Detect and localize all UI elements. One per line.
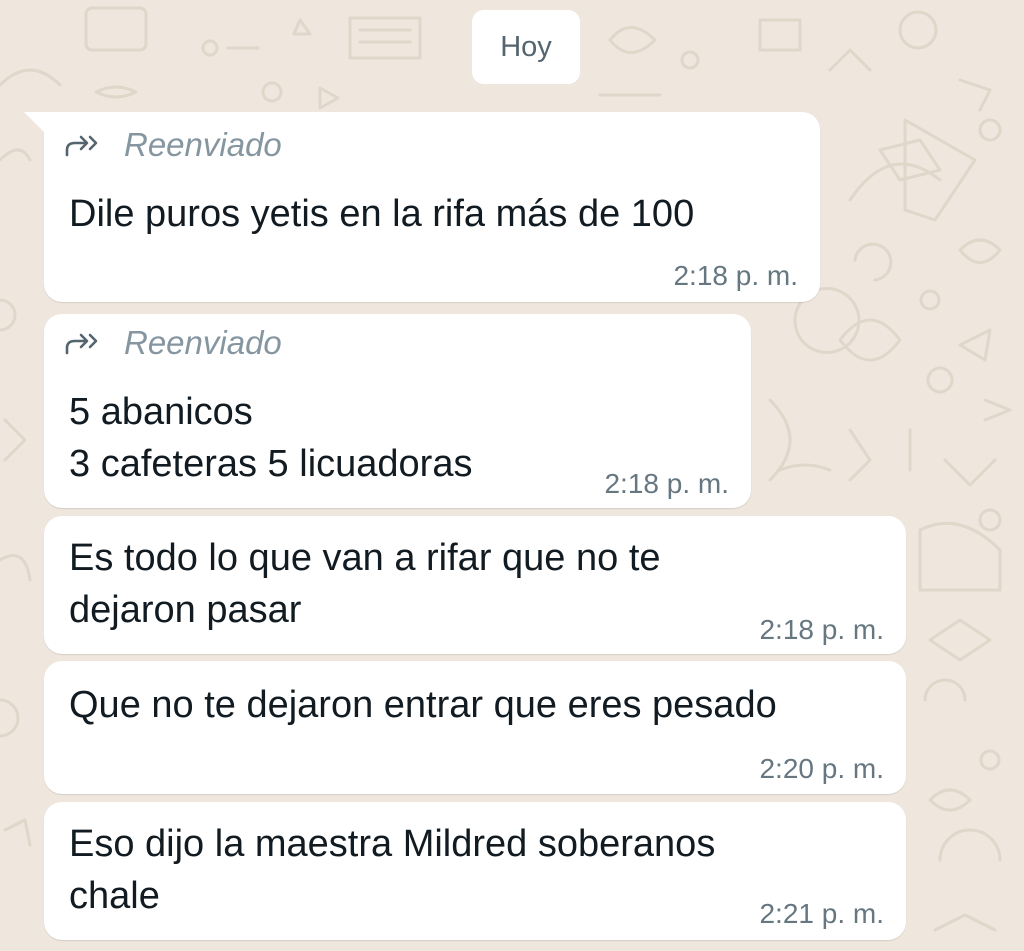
message-bubble[interactable]: Reenviado Dile puros yetis en la rifa má… xyxy=(24,112,820,302)
forward-arrows-icon xyxy=(64,131,104,159)
date-separator-label: Hoy xyxy=(500,30,552,63)
message-text: Es todo lo que van a rifar que no te dej… xyxy=(69,537,661,631)
message-bubble[interactable]: Es todo lo que van a rifar que no te dej… xyxy=(44,516,906,654)
message-bubble[interactable]: Reenviado 5 abanicos 3 cafeteras 5 licua… xyxy=(44,314,751,508)
message-timestamp: 2:18 p. m. xyxy=(673,260,798,291)
forwarded-indicator: Reenviado xyxy=(64,126,282,164)
message-text: Que no te dejaron entrar que eres pesado xyxy=(69,684,777,726)
message-text: 5 abanicos 3 cafeteras 5 licuadoras xyxy=(69,391,473,485)
chat-area[interactable]: Hoy Reenviado Dile puros yetis en la rif… xyxy=(0,0,1024,951)
date-separator: Hoy xyxy=(472,10,580,84)
forward-arrows-icon xyxy=(64,329,104,357)
forwarded-indicator: Reenviado xyxy=(64,324,282,362)
message-timestamp: 2:21 p. m. xyxy=(759,898,884,929)
message-text: Dile puros yetis en la rifa más de 100 xyxy=(69,193,695,235)
forwarded-label: Reenviado xyxy=(124,126,282,163)
message-timestamp: 2:18 p. m. xyxy=(759,614,884,645)
message-bubble[interactable]: Que no te dejaron entrar que eres pesado… xyxy=(44,661,906,794)
message-timestamp: 2:20 p. m. xyxy=(759,753,884,784)
message-bubble[interactable]: Eso dijo la maestra Mildred soberanos ch… xyxy=(44,802,906,940)
message-text: Eso dijo la maestra Mildred soberanos ch… xyxy=(69,823,716,917)
message-timestamp: 2:18 p. m. xyxy=(604,468,729,499)
forwarded-label: Reenviado xyxy=(124,324,282,361)
